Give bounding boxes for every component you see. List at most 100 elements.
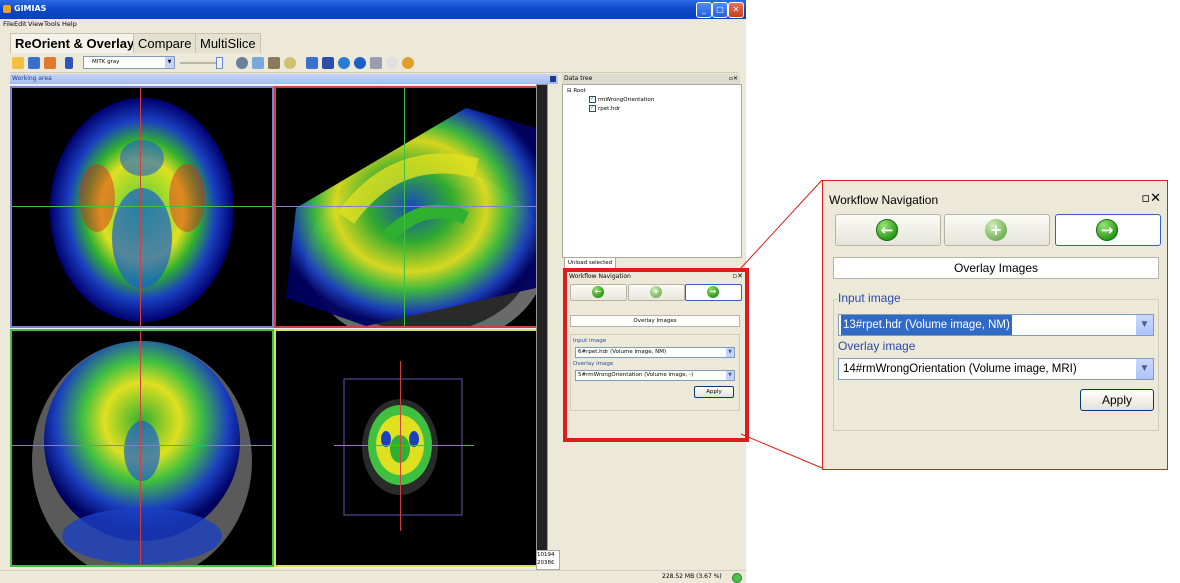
menu-help[interactable]: Help [62, 20, 77, 28]
crosshair-vertical [140, 331, 141, 565]
crosshair-horizontal [276, 206, 536, 207]
overlay-image-select[interactable]: 14#rmWrongOrientation (Volume image, MRI… [838, 358, 1154, 380]
input-image-select[interactable]: 13#rpet.hdr (Volume image, NM) ▼ [838, 314, 1154, 336]
overlay-settings-group: Input image 13#rpet.hdr (Volume image, N… [833, 291, 1159, 431]
layout-icon[interactable] [65, 57, 73, 69]
3d-view[interactable] [274, 329, 538, 567]
tab-reorient-overlay[interactable]: ReOrient & Overlay [10, 33, 140, 53]
input-image-value: 13#rpet.hdr (Volume image, NM) [841, 315, 1012, 335]
memory-usage: 228.52 MB (3.67 %) [662, 573, 722, 580]
data-tree-title: Data tree [564, 75, 593, 82]
import-icon[interactable] [44, 57, 56, 69]
crosshair-vertical [400, 361, 401, 531]
sagittal-view[interactable] [274, 86, 538, 328]
close-icon[interactable]: ▫✕ [1141, 191, 1161, 206]
apply-button[interactable]: Apply [1080, 389, 1154, 411]
opacity-slider[interactable] [180, 62, 220, 64]
coronal-view[interactable] [10, 329, 274, 567]
workflow-panel-title: Workflow Navigation [569, 273, 631, 280]
next-step-button[interactable]: → [1055, 214, 1161, 246]
previous-step-button[interactable]: ← [835, 214, 941, 246]
working-area-header: Working area [10, 74, 558, 84]
close-icon[interactable]: ▫✕ [732, 272, 743, 280]
crosshair-horizontal [334, 445, 474, 446]
info-icon[interactable] [354, 57, 366, 69]
callout-line-bottom [740, 433, 823, 469]
tree-item-label: rmWrongOrientation [598, 97, 655, 103]
slice-scrollbar[interactable] [536, 84, 548, 556]
crosshair-horizontal [12, 206, 272, 207]
add-step-button[interactable]: + [944, 214, 1050, 246]
tree-view-icon[interactable] [306, 57, 318, 69]
step-title: Overlay Images [833, 257, 1159, 279]
step-title: Overlay Images [570, 315, 740, 327]
app-window: GIMIAS _ □ ✕ File Edit View Tools Help R… [0, 0, 749, 583]
menu-edit[interactable]: Edit [14, 20, 27, 28]
light-icon[interactable] [386, 57, 398, 69]
chevron-down-icon: ▼ [1136, 359, 1153, 379]
tree-item[interactable]: ✓ rpet.hdr [589, 105, 620, 112]
callout-line-top [740, 179, 823, 269]
scroll-value-1: 10194 [537, 552, 555, 558]
crosshair-icon[interactable] [252, 57, 264, 69]
overlay-image-select[interactable]: 5#rmWrongOrientation (Volume image, -) ▼ [575, 370, 735, 381]
lock-icon[interactable] [268, 57, 280, 69]
next-step-button[interactable]: → [685, 284, 742, 301]
overlay-image-value: 5#rmWrongOrientation (Volume image, -) [578, 372, 694, 378]
status-bar: 228.52 MB (3.67 %) [0, 570, 746, 583]
workflow-panel-title: Workflow Navigation [829, 193, 939, 207]
workflow-navigation-zoomed: Workflow Navigation ▫✕ ← + → Overlay Ima… [822, 180, 1168, 470]
data-tree-header: Data tree ▫✕ [562, 74, 740, 84]
workflow-navigation-panel: Workflow Navigation ▫✕ ← + → Overlay Ima… [563, 268, 749, 442]
working-area-title: Working area [12, 75, 52, 82]
tab-multislice[interactable]: MultiSlice [195, 33, 261, 53]
arrow-right-icon: → [1096, 219, 1118, 241]
axial-image [50, 98, 234, 322]
checkbox-icon[interactable]: ✓ [589, 105, 596, 112]
input-image-label: Input image [838, 291, 903, 305]
menu-view[interactable]: View [28, 20, 43, 28]
maximize-icon[interactable] [550, 76, 556, 82]
previous-step-button[interactable]: ← [570, 284, 627, 301]
arrow-left-icon: ← [592, 286, 604, 298]
tree-item-label: rpet.hdr [598, 106, 621, 112]
plus-icon: + [985, 219, 1007, 241]
open-folder-icon[interactable] [12, 57, 24, 69]
eye-icon[interactable] [284, 57, 296, 69]
arrow-right-icon: → [707, 286, 719, 298]
minimize-button[interactable]: _ [696, 2, 712, 18]
crosshair-horizontal [12, 445, 272, 446]
tree-root[interactable]: ⊟ Root [567, 88, 586, 94]
save-icon[interactable] [28, 57, 40, 69]
menu-tools[interactable]: Tools [44, 20, 60, 28]
menu-file[interactable]: File [3, 20, 14, 28]
overlay-image-label: Overlay image [573, 361, 614, 367]
overlay-image-label: Overlay image [838, 339, 918, 353]
chevron-down-icon: ▼ [165, 57, 174, 68]
overlay-settings-group: Input image 6#rpet.hdr (Volume image, NM… [570, 334, 740, 411]
add-step-button[interactable]: + [628, 284, 685, 301]
reset-view-icon[interactable] [236, 57, 248, 69]
apply-button[interactable]: Apply [694, 386, 734, 398]
title-bar: GIMIAS _ □ ✕ [0, 0, 746, 19]
close-button[interactable]: ✕ [728, 2, 744, 18]
opacity-slider-handle[interactable] [216, 57, 223, 69]
perspective-tabs: ReOrient & Overlay Compare MultiSlice [10, 33, 740, 53]
tab-compare[interactable]: Compare [133, 33, 197, 53]
checkbox-icon[interactable]: ✓ [589, 96, 596, 103]
volume-icon[interactable] [338, 57, 350, 69]
colormap-select[interactable]: MITK gray ▼ [83, 56, 175, 69]
close-icon[interactable]: ▫✕ [729, 74, 738, 84]
arrow-left-icon: ← [876, 219, 898, 241]
plugin-icon[interactable] [402, 57, 414, 69]
input-image-select[interactable]: 6#rpet.hdr (Volume image, NM) ▼ [575, 347, 735, 358]
plus-icon: + [650, 286, 662, 298]
tree-root-label: Root [573, 88, 586, 94]
data-tree: ⊟ Root ✓ rmWrongOrientation ✓ rpet.hdr [562, 84, 742, 258]
view-icon[interactable] [322, 57, 334, 69]
tree-item[interactable]: ✓ rmWrongOrientation [589, 96, 654, 103]
chart-icon[interactable] [370, 57, 382, 69]
maximize-button[interactable]: □ [712, 2, 728, 18]
scroll-info: 10194 2038€ [536, 550, 560, 570]
axial-view[interactable] [10, 86, 274, 328]
